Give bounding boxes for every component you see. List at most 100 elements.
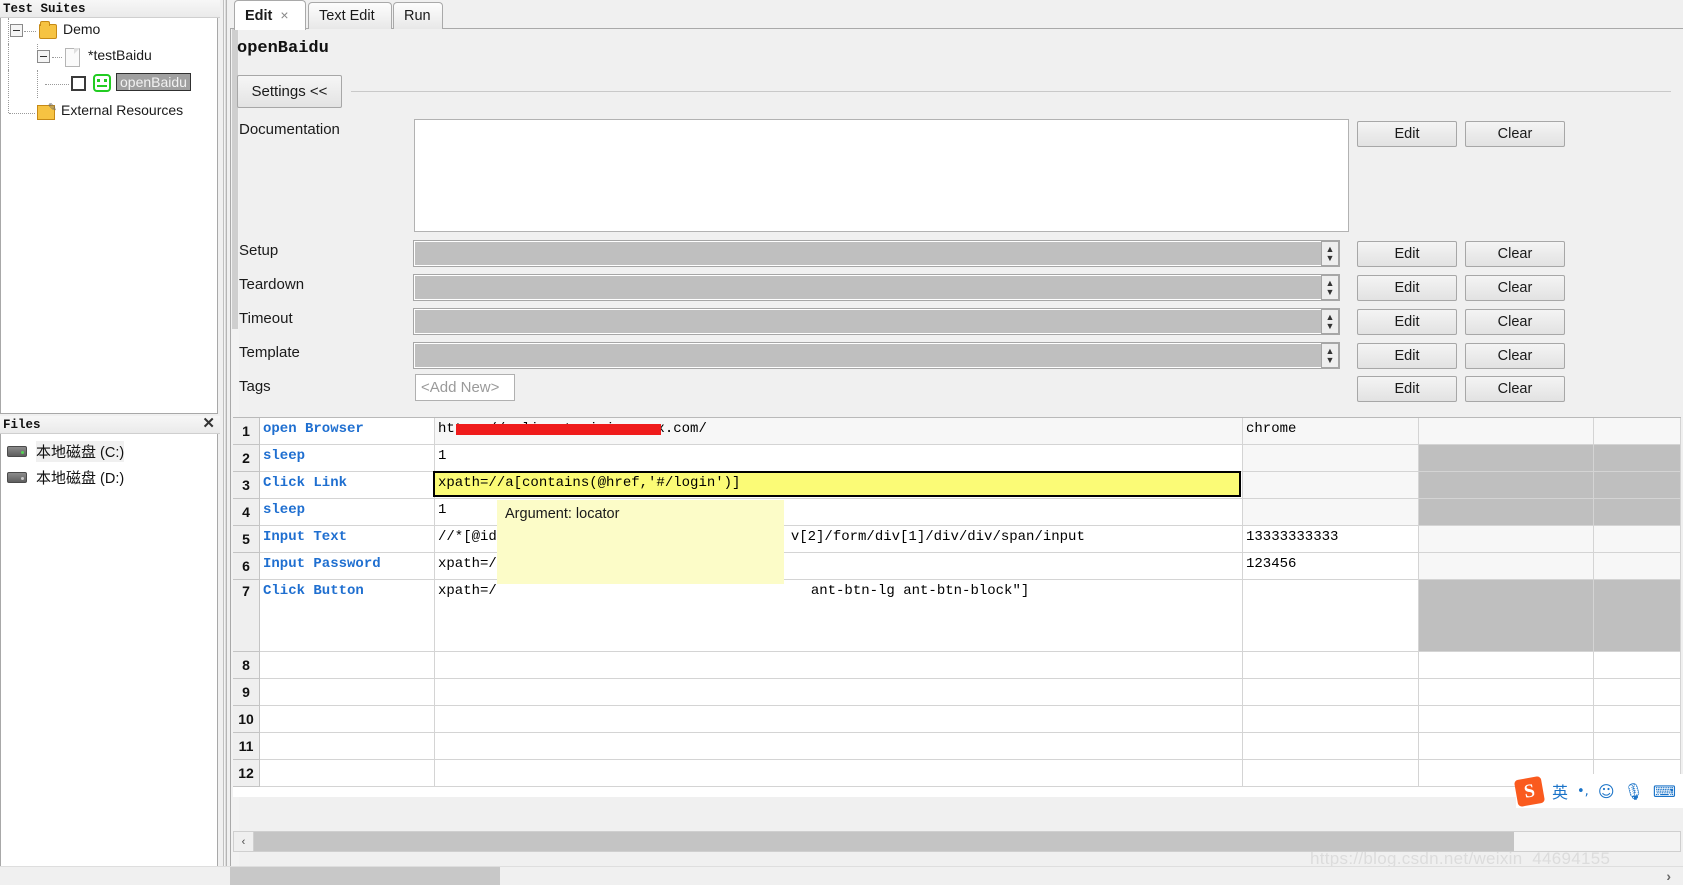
cell-arg2[interactable] [1243,652,1419,679]
ime-keyboard-icon[interactable]: ⌨ [1653,782,1676,801]
tree-label-openbaidu[interactable]: openBaidu [116,73,191,91]
setup-stepper[interactable]: ▲ ▼ [1321,241,1339,266]
cell-arg4[interactable] [1594,499,1681,526]
teardown-clear-button[interactable]: Clear [1465,275,1565,301]
cell-arg1[interactable] [435,706,1243,733]
timeout-input[interactable] [413,308,1340,335]
cell-keyword[interactable]: sleep [260,445,435,472]
test-suites-tree[interactable]: Demo *testBaidu openBaidu ✎ External Res… [0,18,218,414]
cell-arg2[interactable] [1243,580,1419,652]
bottom-scroll-thumb[interactable] [230,867,500,885]
cell-arg3[interactable] [1419,679,1594,706]
tab-text-edit[interactable]: Text Edit [308,2,392,29]
cell-arg2[interactable] [1243,760,1419,787]
timeout-edit-button[interactable]: Edit [1357,309,1457,335]
template-stepper[interactable]: ▲ ▼ [1321,343,1339,368]
splitter-grip[interactable] [223,0,227,885]
cell-arg1[interactable] [435,652,1243,679]
cell-arg4[interactable] [1594,526,1681,553]
scrollbar-thumb[interactable] [232,29,238,329]
tags-clear-button[interactable]: Clear [1465,376,1565,402]
cell-arg4[interactable] [1594,472,1681,499]
table-row[interactable]: 9 [233,679,1681,706]
template-input[interactable] [413,342,1340,369]
cell-keyword[interactable] [260,733,435,760]
vertical-splitter[interactable] [220,0,230,885]
cell-arg3[interactable] [1419,652,1594,679]
cell-keyword[interactable]: Input Password [260,553,435,580]
cell-arg2[interactable] [1243,445,1419,472]
cell-keyword[interactable] [260,679,435,706]
cell-arg2[interactable]: 13333333333 [1243,526,1419,553]
cell-arg1[interactable]: 1 [435,445,1243,472]
cell-arg3[interactable] [1419,499,1594,526]
table-row[interactable]: 4 sleep 1 [233,499,1681,526]
cell-keyword[interactable] [260,760,435,787]
cell-keyword[interactable]: Input Text [260,526,435,553]
cell-arg2[interactable]: 123456 [1243,553,1419,580]
close-icon[interactable]: ✕ [202,416,215,434]
cell-arg1[interactable]: https://online-training-xxx.com/ [435,418,1243,445]
cell-arg3[interactable] [1419,553,1594,580]
file-item-drive-c[interactable]: 本地磁盘 (C:) [1,438,217,464]
table-row[interactable]: 10 [233,706,1681,733]
cell-arg4[interactable] [1594,652,1681,679]
sogou-logo-icon[interactable]: S [1513,775,1546,807]
cell-arg2[interactable] [1243,472,1419,499]
tree-item-testbaidu[interactable]: *testBaidu [1,44,217,70]
table-row[interactable]: 7 Click Button xpath=/ ant-btn-lg ant-btn… [233,580,1681,652]
cell-arg1[interactable] [435,760,1243,787]
template-edit-button[interactable]: Edit [1357,343,1457,369]
tree-item-demo[interactable]: Demo [1,18,217,44]
cell-arg2[interactable] [1243,706,1419,733]
checkbox-openbaidu[interactable] [71,76,86,91]
timeout-clear-button[interactable]: Clear [1465,309,1565,335]
timeout-stepper[interactable]: ▲ ▼ [1321,309,1339,334]
files-tree[interactable]: 本地磁盘 (C:) 本地磁盘 (D:) [0,434,218,885]
sogou-ime-bar[interactable]: S 英 •, ☺ 🎙 ⌨ [1513,774,1683,808]
tree-expander-testbaidu[interactable] [37,50,50,63]
tab-edit[interactable]: Edit × [234,0,306,30]
cell-keyword[interactable]: open Browser [260,418,435,445]
setup-edit-button[interactable]: Edit [1357,241,1457,267]
table-row[interactable]: 8 [233,652,1681,679]
ime-punctuation-icon[interactable]: •, [1577,784,1589,799]
tree-item-openbaidu[interactable]: openBaidu [1,70,217,98]
ime-microphone-icon[interactable]: 🎙 [1624,782,1644,801]
cell-arg1[interactable] [435,679,1243,706]
cell-keyword[interactable] [260,706,435,733]
documentation-clear-button[interactable]: Clear [1465,121,1565,147]
cell-arg4[interactable] [1594,580,1681,652]
table-row[interactable]: 5 Input Text //*[@id v[2]/form/div[1]/div… [233,526,1681,553]
cell-keyword[interactable]: sleep [260,499,435,526]
cell-arg4[interactable] [1594,445,1681,472]
cell-arg3[interactable] [1419,706,1594,733]
cell-arg4[interactable] [1594,733,1681,760]
cell-arg3[interactable] [1419,733,1594,760]
table-row[interactable]: 1 open Browser https://online-training-x… [233,418,1681,445]
cell-arg2[interactable] [1243,679,1419,706]
documentation-input[interactable] [414,119,1349,232]
cell-arg2[interactable]: chrome [1243,418,1419,445]
tags-add-new-input[interactable]: <Add New> [415,374,515,401]
cell-arg2[interactable] [1243,733,1419,760]
scroll-left-arrow-icon[interactable]: ‹ [234,832,254,851]
template-clear-button[interactable]: Clear [1465,343,1565,369]
cell-arg4[interactable] [1594,706,1681,733]
tree-expander-demo[interactable] [10,24,23,37]
cell-arg4[interactable] [1594,679,1681,706]
ime-emoji-icon[interactable]: ☺ [1598,782,1615,801]
ime-language-icon[interactable]: 英 [1552,779,1568,803]
cell-arg3[interactable] [1419,580,1594,652]
cell-arg4[interactable] [1594,418,1681,445]
tab-run[interactable]: Run [393,2,443,29]
tree-item-external-resources[interactable]: External Resources [1,100,217,126]
cell-arg3[interactable] [1419,418,1594,445]
cell-keyword[interactable] [260,652,435,679]
cell-arg2[interactable] [1243,499,1419,526]
cell-keyword[interactable]: Click Button [260,580,435,652]
tab-close-icon[interactable]: × [280,7,288,23]
teardown-stepper[interactable]: ▲ ▼ [1321,275,1339,300]
teardown-edit-button[interactable]: Edit [1357,275,1457,301]
chevron-right-icon[interactable]: › [1666,867,1671,885]
